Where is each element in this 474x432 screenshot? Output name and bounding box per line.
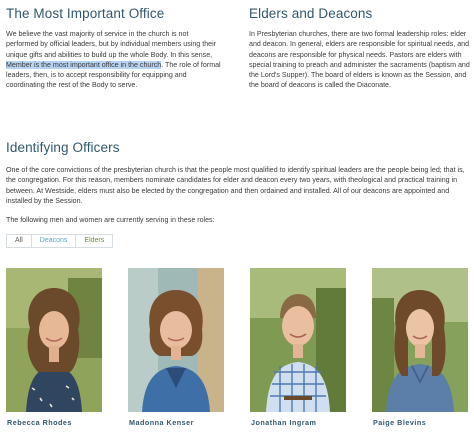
portrait-illustration	[372, 268, 468, 412]
portrait-illustration	[6, 268, 102, 412]
officer-name[interactable]: Rebecca Rhodes	[7, 418, 72, 427]
officers-title: Identifying Officers	[6, 140, 120, 155]
filter-elders-button[interactable]: Elders	[75, 234, 114, 249]
officer-name[interactable]: Madonna Kenser	[129, 418, 194, 427]
officer-card[interactable]: Rebecca Rhodes	[6, 268, 102, 427]
man-plaid-shirt-photo[interactable]	[250, 268, 346, 412]
role-filter-bar: All Deacons Elders	[6, 234, 468, 249]
officer-name[interactable]: Jonathan Ingram	[251, 418, 316, 427]
office-title: The Most Important Office	[6, 6, 165, 21]
officer-card[interactable]: Paige Blevins	[372, 268, 468, 427]
officer-card[interactable]: Madonna Kenser	[128, 268, 224, 427]
office-highlighted-text: Member is the most important office in t…	[6, 60, 162, 69]
filter-deacons-button[interactable]: Deacons	[30, 234, 77, 249]
officer-card[interactable]: Jonathan Ingram	[250, 268, 346, 427]
most-important-office-section: The Most Important Office We believe the…	[6, 6, 222, 91]
serving-intro: The following men and women are currentl…	[6, 216, 215, 225]
elders-paragraph: In Presbyterian churches, there are two …	[249, 30, 470, 90]
officer-name[interactable]: Paige Blevins	[373, 418, 426, 427]
officers-paragraph: One of the core convictions of the presb…	[6, 166, 465, 205]
woman-denim-shirt-photo[interactable]	[372, 268, 468, 412]
filter-all-button[interactable]: All	[6, 234, 32, 249]
woman-blue-cardigan-photo[interactable]	[128, 268, 224, 412]
elders-title: Elders and Deacons	[249, 6, 373, 21]
office-paragraph: We believe the vast majority of service …	[6, 29, 222, 91]
elders-deacons-section: Elders and Deacons In Presbyterian churc…	[249, 6, 471, 91]
office-text-before: We believe the vast majority of service …	[6, 30, 217, 59]
portrait-illustration	[128, 268, 224, 412]
woman-curly-hair-photo[interactable]	[6, 268, 102, 412]
identifying-officers-section: Identifying Officers One of the core con…	[6, 140, 468, 249]
officer-cards: Rebecca Rhodes Madonna Kenser Jonathan I…	[6, 268, 468, 432]
portrait-illustration	[250, 268, 346, 412]
